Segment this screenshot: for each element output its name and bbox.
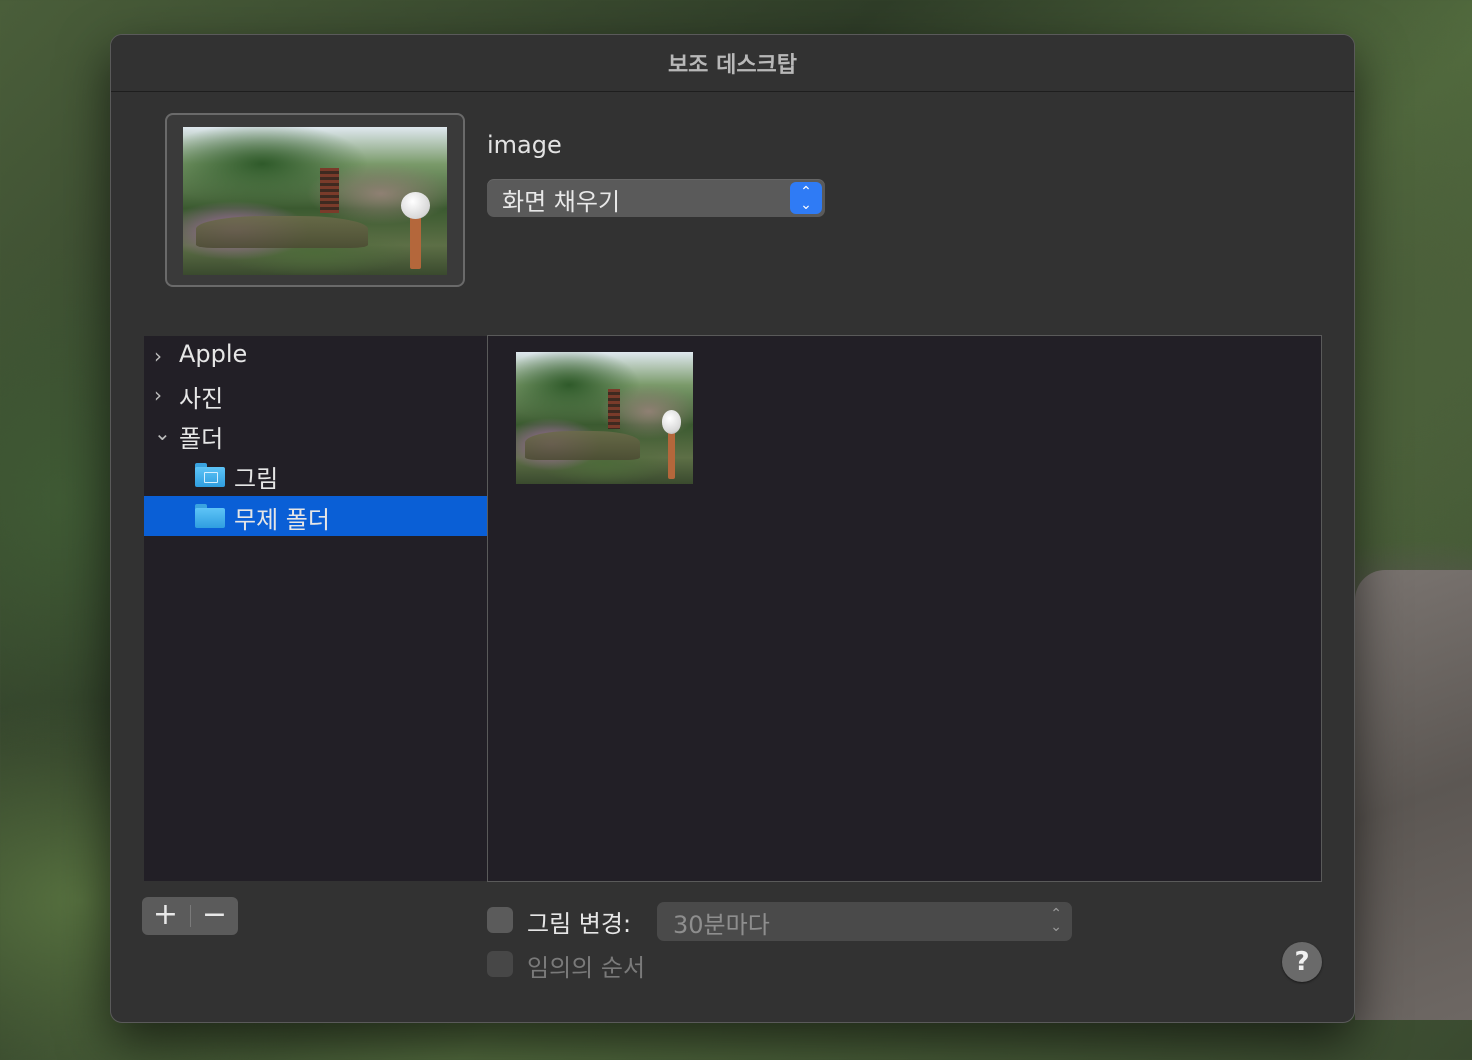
change-picture-label: 그림 변경: xyxy=(527,910,632,938)
current-wallpaper-preview xyxy=(165,113,465,287)
random-order-label: 임의의 순서 xyxy=(527,954,646,982)
remove-folder-button[interactable]: − xyxy=(191,897,238,935)
title-bar: 보조 데스크탑 xyxy=(111,35,1354,92)
image-grid xyxy=(487,335,1322,882)
popup-stepper-icon: ⌃ ⌄ xyxy=(1050,906,1062,935)
wallpaper-preview-image xyxy=(183,127,447,275)
sidebar-item-label: 무제 폴더 xyxy=(234,506,330,534)
window-title: 보조 데스크탑 xyxy=(667,53,798,78)
sidebar-item-label: Apple xyxy=(179,340,248,368)
interval-popup[interactable]: 30분마다 ⌃ ⌄ xyxy=(657,902,1072,941)
sidebar-item-untitled-folder[interactable]: 무제 폴더 xyxy=(144,496,487,536)
chevron-right-icon[interactable]: › xyxy=(154,344,162,368)
add-folder-button[interactable]: + xyxy=(142,897,189,935)
change-picture-checkbox[interactable] xyxy=(487,907,513,933)
sidebar-item-photos[interactable]: › 사진 xyxy=(144,375,487,415)
chevron-down-icon[interactable]: ⌄ xyxy=(154,421,171,445)
help-button[interactable]: ? xyxy=(1282,942,1322,982)
sidebar-item-label: 그림 xyxy=(234,465,279,493)
sidebar-item-label: 폴더 xyxy=(179,425,224,453)
fit-mode-value: 화면 채우기 xyxy=(502,188,621,216)
fit-mode-popup[interactable]: 화면 채우기 ⌃ ⌄ xyxy=(487,179,825,217)
sidebar-item-folders[interactable]: ⌄ 폴더 xyxy=(144,415,487,455)
folder-icon xyxy=(195,504,225,528)
chevron-right-icon[interactable]: › xyxy=(154,383,162,407)
popup-stepper-icon: ⌃ ⌄ xyxy=(790,182,822,214)
sidebar-item-pictures[interactable]: 그림 xyxy=(144,455,487,495)
sidebar-item-apple[interactable]: › Apple xyxy=(144,336,487,376)
background-rock xyxy=(1355,570,1472,1020)
desktop-preferences-window: 보조 데스크탑 image 화면 채우기 ⌃ ⌄ › Apple › 사진 ⌄ 폴… xyxy=(110,34,1355,1023)
random-order-checkbox[interactable] xyxy=(487,951,513,977)
sidebar-item-label: 사진 xyxy=(179,385,224,413)
image-thumbnail[interactable] xyxy=(516,352,693,484)
interval-value: 30분마다 xyxy=(673,911,770,939)
pictures-folder-icon xyxy=(195,463,225,487)
source-sidebar: › Apple › 사진 ⌄ 폴더 그림 무제 폴더 xyxy=(144,336,487,881)
add-remove-control: + − xyxy=(142,897,238,935)
wallpaper-name: image xyxy=(487,131,562,159)
